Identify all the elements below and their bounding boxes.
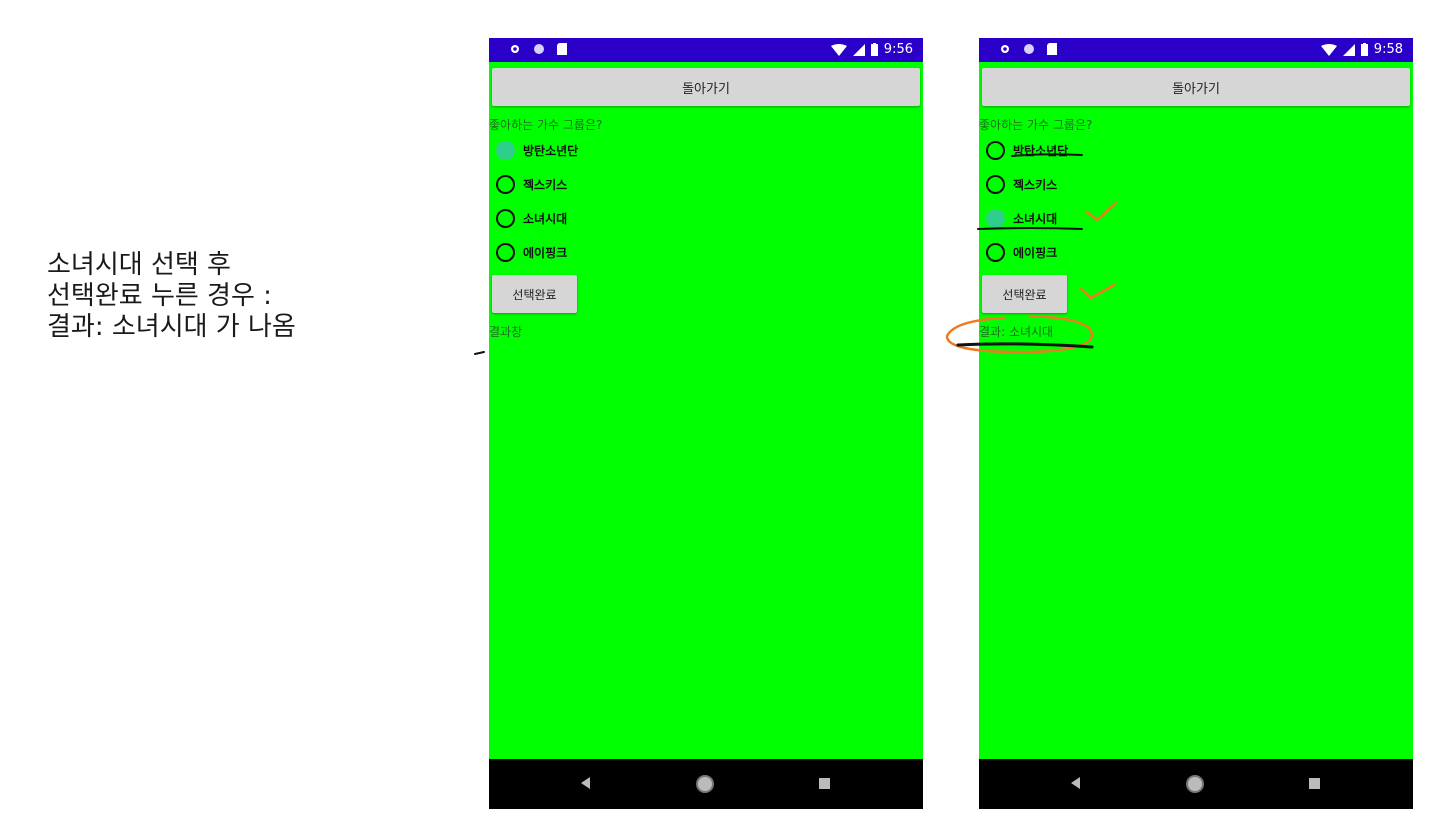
battery-icon	[870, 43, 878, 56]
status-time: 9:58	[1373, 42, 1403, 57]
radio-label: 방탄소년단	[1013, 143, 1069, 158]
stray-pen-mark	[474, 351, 485, 355]
sd-card-icon	[557, 43, 567, 55]
sd-card-icon	[1047, 43, 1057, 55]
status-bar: 9:58	[979, 38, 1413, 62]
question-label: 좋아하는 가수 그룹은?	[489, 118, 603, 132]
nav-home-icon[interactable]	[1186, 775, 1204, 793]
radio-option-apink[interactable]: 에이핑크	[986, 240, 1057, 264]
radio-label: 에이핑크	[1013, 245, 1058, 260]
radio-option-sechskies[interactable]: 젝스키스	[496, 172, 567, 196]
radio-button[interactable]	[986, 174, 1005, 194]
radio-option-bts[interactable]: 방탄소년단	[496, 138, 578, 162]
radio-label: 소녀시대	[523, 211, 568, 226]
phone-screen-after: 9:58 돌아가기 좋아하는 가수 그룹은? 방탄소년단 젝스키스 소녀시대 에…	[979, 38, 1413, 809]
back-button[interactable]: 돌아가기	[982, 68, 1410, 106]
radio-button[interactable]	[496, 242, 515, 262]
wifi-icon	[1320, 43, 1337, 56]
radio-option-apink[interactable]: 에이핑크	[496, 240, 567, 264]
radio-option-snsd[interactable]: 소녀시대	[496, 206, 567, 230]
radio-button[interactable]	[496, 208, 515, 228]
radio-button[interactable]	[496, 174, 515, 194]
radio-label: 젝스키스	[523, 177, 568, 192]
radio-button-checked[interactable]	[496, 140, 515, 160]
radio-button[interactable]	[986, 242, 1005, 262]
radio-label: 소녀시대	[1013, 211, 1058, 226]
nav-recent-icon[interactable]	[819, 778, 830, 789]
question-label: 좋아하는 가수 그룹은?	[979, 118, 1093, 132]
radio-button[interactable]	[986, 140, 1005, 160]
nav-home-icon[interactable]	[696, 775, 714, 793]
radio-label: 에이핑크	[523, 245, 568, 260]
settings-icon	[1001, 45, 1009, 53]
submit-button[interactable]: 선택완료	[982, 275, 1067, 313]
signal-icon	[852, 43, 865, 56]
status-time: 9:56	[883, 42, 913, 57]
circle-status-icon	[534, 44, 544, 54]
radio-option-sechskies[interactable]: 젝스키스	[986, 172, 1057, 196]
result-text: 결과창	[489, 325, 523, 339]
navigation-bar	[489, 759, 923, 809]
status-bar: 9:56	[489, 38, 923, 62]
phone-screen-before: 9:56 돌아가기 좋아하는 가수 그룹은? 방탄소년단 젝스키스 소녀시대 에…	[489, 38, 923, 809]
wifi-icon	[830, 43, 847, 56]
radio-option-bts[interactable]: 방탄소년단	[986, 138, 1068, 162]
nav-recent-icon[interactable]	[1309, 778, 1320, 789]
battery-icon	[1360, 43, 1368, 56]
submit-button[interactable]: 선택완료	[492, 275, 577, 313]
radio-label: 젝스키스	[1013, 177, 1058, 192]
nav-back-icon[interactable]	[1071, 777, 1080, 789]
settings-icon	[511, 45, 519, 53]
navigation-bar	[979, 759, 1413, 809]
nav-back-icon[interactable]	[581, 777, 590, 789]
radio-button-checked[interactable]	[986, 208, 1005, 228]
back-button[interactable]: 돌아가기	[492, 68, 920, 106]
radio-label: 방탄소년단	[523, 143, 579, 158]
explanation-caption: 소녀시대 선택 후 선택완료 누른 경우 : 결과: 소녀시대 가 나옴	[47, 250, 296, 342]
result-text: 결과: 소녀시대	[979, 325, 1054, 339]
signal-icon	[1342, 43, 1355, 56]
radio-option-snsd[interactable]: 소녀시대	[986, 206, 1057, 230]
circle-status-icon	[1024, 44, 1034, 54]
